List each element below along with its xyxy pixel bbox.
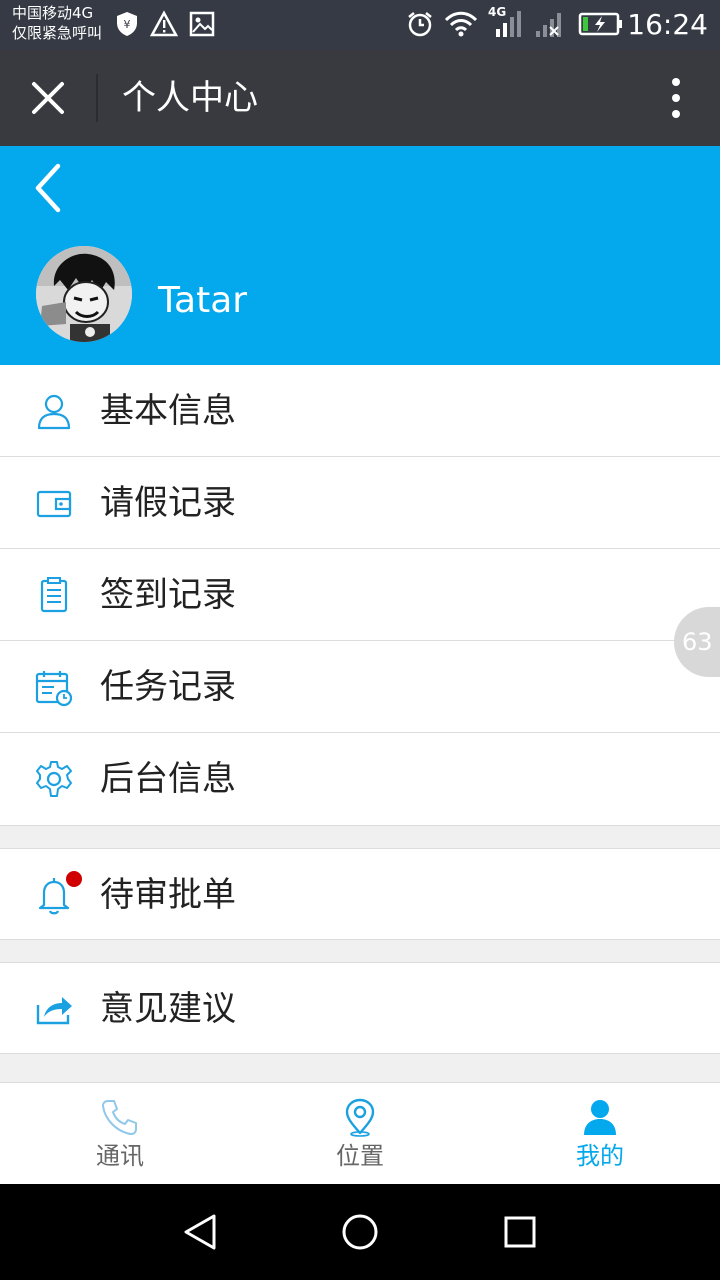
close-icon[interactable]	[24, 74, 72, 122]
titlebar-divider	[96, 74, 98, 122]
page-title: 个人中心	[122, 78, 258, 118]
notification-badge	[66, 871, 82, 887]
status-icons-left: ¥	[114, 10, 216, 38]
status-bar: 中国移动4G 仅限紧急呼叫 ¥ 4G 16:24	[0, 0, 720, 50]
image-icon	[189, 11, 215, 37]
signal-icon	[496, 11, 521, 37]
back-chevron-icon[interactable]	[28, 162, 68, 214]
menu-item-feedback[interactable]: 意见建议	[0, 963, 720, 1053]
shield-icon: ¥	[117, 12, 137, 36]
more-vertical-icon[interactable]	[660, 76, 692, 120]
menu-item-label: 意见建议	[100, 989, 236, 1029]
menu-group-approval: 待审批单	[0, 849, 720, 939]
gear-icon	[36, 761, 72, 797]
avatar-image	[36, 246, 132, 342]
menu-item-task-records[interactable]: 任务记录	[0, 641, 720, 733]
avatar[interactable]	[36, 246, 132, 342]
clock: 16:24	[627, 8, 708, 41]
section-divider	[0, 939, 720, 963]
tab-location[interactable]: 位置	[240, 1083, 480, 1184]
username: Tatar	[158, 280, 248, 321]
recents-square-icon[interactable]	[500, 1212, 540, 1252]
tab-mine[interactable]: 我的	[480, 1083, 720, 1184]
menu-item-label: 请假记录	[100, 483, 236, 523]
calendar-clock-icon	[35, 671, 73, 707]
menu-item-leave-records[interactable]: 请假记录	[0, 457, 720, 549]
menu-group-main: 基本信息 请假记录 签到记录 任务记录 后台信息	[0, 365, 720, 825]
tab-label: 我的	[576, 1142, 624, 1170]
system-nav-bar	[0, 1184, 720, 1280]
battery-charging-icon	[578, 12, 622, 36]
phone-icon	[102, 1100, 137, 1135]
menu-item-label: 签到记录	[100, 575, 236, 615]
wallet-icon	[36, 490, 72, 518]
back-triangle-icon[interactable]	[180, 1212, 220, 1252]
carrier-line1: 中国移动4G	[12, 4, 94, 22]
location-pin-icon	[345, 1098, 375, 1137]
status-icons-right: 4G	[406, 5, 624, 39]
carrier-line2: 仅限紧急呼叫	[12, 24, 103, 42]
app-titlebar: 个人中心	[0, 50, 720, 146]
menu-item-basic-info[interactable]: 基本信息	[0, 365, 720, 457]
warning-icon	[150, 10, 178, 37]
carrier-info: 中国移动4G 仅限紧急呼叫	[12, 3, 102, 43]
menu-item-backend-info[interactable]: 后台信息	[0, 733, 720, 825]
tab-contacts[interactable]: 通讯	[0, 1083, 240, 1184]
home-circle-icon[interactable]	[340, 1212, 380, 1252]
tab-label: 通讯	[96, 1142, 144, 1170]
wifi-icon	[444, 11, 478, 37]
section-divider	[0, 825, 720, 849]
alarm-icon	[408, 12, 432, 37]
clipboard-icon	[40, 577, 68, 613]
user-icon	[37, 394, 71, 430]
menu-group-feedback: 意见建议	[0, 963, 720, 1053]
svg-text:¥: ¥	[124, 18, 131, 31]
menu-item-label: 后台信息	[100, 759, 236, 799]
bottom-nav: 通讯 位置 我的	[0, 1082, 720, 1184]
signal-off-icon	[536, 13, 561, 37]
menu-item-label: 待审批单	[100, 875, 236, 915]
tab-label: 位置	[336, 1142, 384, 1170]
person-icon	[584, 1100, 616, 1135]
share-icon	[36, 997, 72, 1025]
menu-item-label: 基本信息	[100, 391, 236, 431]
menu-item-checkin-records[interactable]: 签到记录	[0, 549, 720, 641]
profile-header: Tatar	[0, 146, 720, 365]
section-divider	[0, 1053, 720, 1082]
signal-4g: 4G	[488, 5, 524, 39]
menu-item-pending-approvals[interactable]: 待审批单	[0, 849, 720, 939]
menu-item-label: 任务记录	[100, 667, 236, 707]
